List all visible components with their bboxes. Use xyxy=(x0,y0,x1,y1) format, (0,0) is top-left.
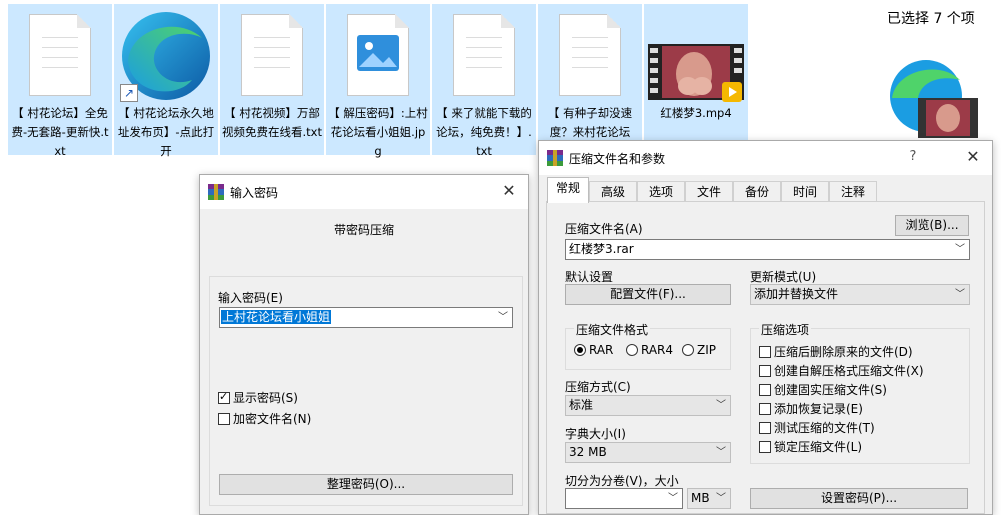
file-tile[interactable]: 红楼梦3.mp4 xyxy=(644,4,748,155)
format-zip-radio[interactable]: ZIP xyxy=(682,343,716,357)
close-icon[interactable]: ✕ xyxy=(498,180,520,202)
lock-archive-checkbox[interactable]: 锁定压缩文件(L) xyxy=(759,438,862,455)
video-file-icon xyxy=(648,44,744,102)
format-rar4-radio[interactable]: RAR4 xyxy=(626,343,673,357)
update-mode-label: 更新模式(U) xyxy=(750,270,817,284)
shortcut-arrow-icon: ↗ xyxy=(120,84,138,102)
checkbox-box xyxy=(218,390,230,404)
delete-after-checkbox[interactable]: 压缩后删除原来的文件(D) xyxy=(759,343,913,360)
image-file-icon xyxy=(347,14,409,96)
file-tile[interactable]: 【 有种子却没速度？来村花论坛 xyxy=(538,4,642,155)
file-name: 【 村花视频】万部视频免费在线看.txt xyxy=(222,106,322,139)
checkbox-box xyxy=(218,413,230,425)
tab-backup[interactable]: 备份 xyxy=(733,181,781,202)
password-panel: 输入密码(E) 上村花论坛看小姐姐 ﹀ 显示密码(S) 加密文件名(N) 整理密… xyxy=(209,276,523,506)
chevron-down-icon[interactable]: ﹀ xyxy=(955,285,965,304)
chevron-down-icon[interactable]: ﹀ xyxy=(498,308,508,327)
title-bar: 压缩文件名和参数 ? ✕ xyxy=(539,141,992,175)
file-tile[interactable]: 【 村花视频】万部视频免费在线看.txt xyxy=(220,4,324,155)
text-file-icon xyxy=(453,14,515,96)
close-icon[interactable]: ✕ xyxy=(962,146,984,168)
text-file-icon xyxy=(241,14,303,96)
dict-size-label: 字典大小(I) xyxy=(565,427,626,441)
file-grid: 【 村花论坛】全免费-无套路-更新快.txt ↗ 【 村花论坛永久地址发布页】-… xyxy=(0,0,860,160)
file-name: 【 来了就能下载的论坛，纯免费！】.txt xyxy=(436,106,532,158)
file-name: 【 村花论坛】全免费-无套路-更新快.txt xyxy=(11,106,109,158)
browse-button[interactable]: 浏览(B)... xyxy=(895,215,969,236)
archive-dialog: 压缩文件名和参数 ? ✕ 常规 高级 选项 文件 备份 时间 注释 压缩文件名(… xyxy=(538,140,993,515)
split-volumes-label: 切分为分卷(V)，大小 xyxy=(565,474,679,488)
file-name: 红楼梦3.mp4 xyxy=(660,106,732,120)
selection-count: 已选择 7 个项 xyxy=(887,11,975,27)
test-files-checkbox[interactable]: 测试压缩的文件(T) xyxy=(759,419,875,436)
format-group: 压缩文件格式 RAR RAR4 ZIP xyxy=(565,321,731,370)
file-tile[interactable]: 【 来了就能下载的论坛，纯免费！】.txt xyxy=(432,4,536,158)
file-name: 【 解压密码】:上村花论坛看小姐姐.jpg xyxy=(328,106,428,158)
split-unit-select[interactable]: MB ﹀ xyxy=(687,488,731,509)
chevron-down-icon[interactable]: ﹀ xyxy=(716,443,726,462)
set-password-button[interactable]: 设置密码(P)... xyxy=(750,488,968,509)
text-file-icon xyxy=(559,14,621,96)
password-dialog: 输入密码 ✕ 带密码压缩 输入密码(E) 上村花论坛看小姐姐 ﹀ 显示密码(S)… xyxy=(199,174,529,515)
encrypt-names-checkbox[interactable]: 加密文件名(N) xyxy=(218,410,311,427)
winrar-icon xyxy=(208,184,224,200)
tab-options[interactable]: 选项 xyxy=(637,181,685,202)
text-file-icon xyxy=(29,14,91,96)
dialog-title: 压缩文件名和参数 xyxy=(569,152,666,166)
default-settings-label: 默认设置 xyxy=(565,270,614,284)
sfx-checkbox[interactable]: 创建自解压格式压缩文件(X) xyxy=(759,362,924,379)
options-group: 压缩选项 压缩后删除原来的文件(D) 创建自解压格式压缩文件(X) 创建固实压缩… xyxy=(750,321,970,464)
tab-comment[interactable]: 注释 xyxy=(829,181,877,202)
file-tile[interactable]: ↗ 【 村花论坛永久地址发布页】-点此打开 xyxy=(114,4,218,158)
chevron-down-icon[interactable]: ﹀ xyxy=(716,489,726,508)
tab-general[interactable]: 常规 xyxy=(547,177,589,203)
file-tile[interactable]: 【 村花论坛】全免费-无套路-更新快.txt xyxy=(8,4,112,158)
file-name: 【 村花论坛永久地址发布页】-点此打开 xyxy=(117,106,215,158)
method-label: 压缩方式(C) xyxy=(565,380,631,394)
profiles-button[interactable]: 配置文件(F)... xyxy=(565,284,731,305)
password-value: 上村花论坛看小姐姐 xyxy=(221,310,332,324)
organize-passwords-button[interactable]: 整理密码(O)... xyxy=(219,474,513,495)
dialog-title: 输入密码 xyxy=(230,186,279,200)
title-bar: 输入密码 ✕ xyxy=(200,175,528,209)
split-size-input[interactable]: ﹀ xyxy=(565,488,683,509)
winrar-icon xyxy=(547,150,563,166)
show-password-checkbox[interactable]: 显示密码(S) xyxy=(218,389,298,406)
format-rar-radio[interactable]: RAR xyxy=(574,343,613,357)
chevron-down-icon[interactable]: ﹀ xyxy=(668,489,678,508)
archive-name-input[interactable]: 红楼梦3.rar ﹀ xyxy=(565,239,970,260)
update-mode-select[interactable]: 添加并替换文件 ﹀ xyxy=(750,284,970,305)
solid-checkbox[interactable]: 创建固实压缩文件(S) xyxy=(759,381,887,398)
general-panel: 压缩文件名(A) 浏览(B)... 红楼梦3.rar ﹀ 默认设置 配置文件(F… xyxy=(546,201,985,514)
chevron-down-icon[interactable]: ﹀ xyxy=(716,396,726,415)
method-select[interactable]: 标准 ﹀ xyxy=(565,395,731,416)
dialog-heading: 带密码压缩 xyxy=(333,223,394,237)
selection-preview-icon xyxy=(888,58,978,138)
tab-files[interactable]: 文件 xyxy=(685,181,733,202)
password-label: 输入密码(E) xyxy=(218,291,283,305)
tab-advanced[interactable]: 高级 xyxy=(589,181,637,202)
file-tile[interactable]: 【 解压密码】:上村花论坛看小姐姐.jpg xyxy=(326,4,430,158)
dict-size-select[interactable]: 32 MB ﹀ xyxy=(565,442,731,463)
tab-time[interactable]: 时间 xyxy=(781,181,829,202)
recovery-record-checkbox[interactable]: 添加恢复记录(E) xyxy=(759,400,863,417)
archive-name-label: 压缩文件名(A) xyxy=(565,222,643,236)
help-icon[interactable]: ? xyxy=(902,146,924,168)
password-input[interactable]: 上村花论坛看小姐姐 ﹀ xyxy=(219,307,513,328)
file-name: 【 有种子却没速度？来村花论坛 xyxy=(547,106,633,139)
chevron-down-icon[interactable]: ﹀ xyxy=(955,240,965,259)
